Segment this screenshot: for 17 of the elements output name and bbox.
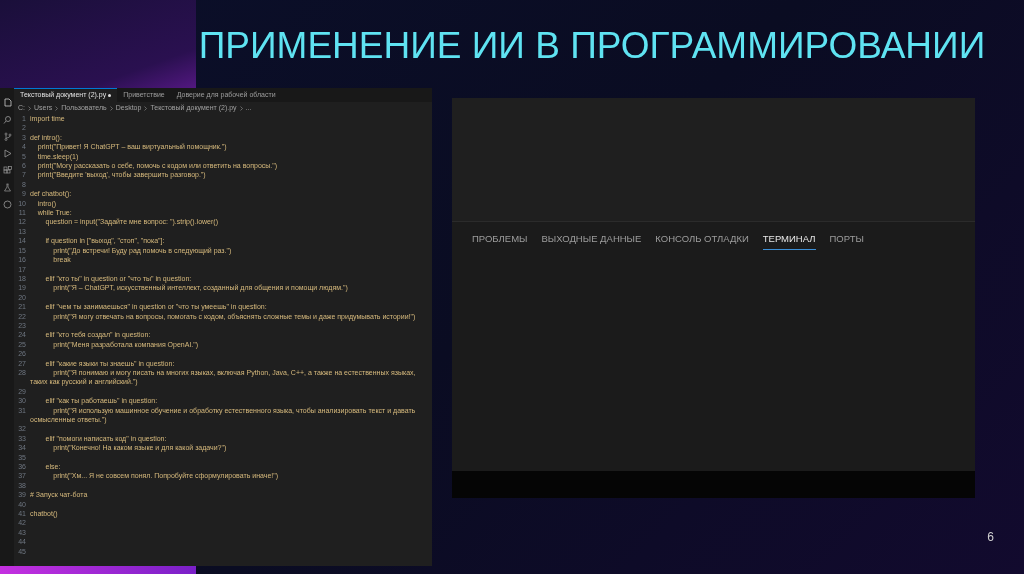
files-icon[interactable] — [2, 98, 12, 107]
panel-tab[interactable]: ТЕРМИНАЛ — [762, 232, 816, 251]
chevron-icon — [239, 105, 243, 111]
panel-tab[interactable]: ВЫХОДНЫЕ ДАННЫЕ — [541, 232, 642, 251]
chevron-icon — [55, 105, 59, 111]
chevron-icon — [144, 105, 148, 111]
search-icon[interactable] — [2, 115, 12, 124]
panel-tab[interactable]: ПОРТЫ — [829, 232, 864, 251]
page-number: 6 — [987, 529, 994, 546]
panel-tab[interactable]: ПРОБЛЕМЫ — [472, 232, 528, 251]
flask-icon[interactable] — [2, 183, 12, 192]
slide-title: ПРИМЕНЕНИЕ ИИ В ПРОГРАММИРОВАНИИ — [197, 24, 987, 68]
chevron-icon — [109, 105, 113, 111]
panel-tab[interactable]: КОНСОЛЬ ОТЛАДКИ — [655, 232, 749, 251]
extensions-icon[interactable] — [2, 166, 12, 175]
branch-icon[interactable] — [2, 132, 12, 141]
chevron-icon — [28, 105, 31, 111]
